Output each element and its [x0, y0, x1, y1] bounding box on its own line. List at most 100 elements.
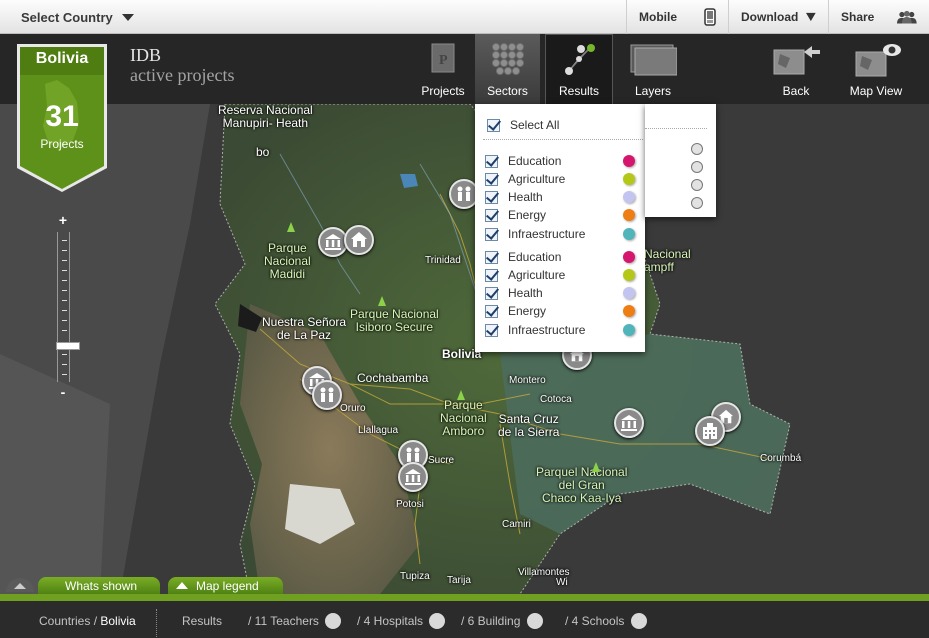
up-arrow-icon — [14, 583, 26, 589]
sector-label: Energy — [508, 208, 547, 222]
sector-item[interactable]: Health — [485, 284, 635, 302]
zoom-slider[interactable]: + - — [53, 212, 80, 404]
sector-checkbox[interactable] — [485, 250, 498, 264]
sector-checkbox[interactable] — [485, 190, 498, 204]
back-label: Back — [782, 84, 810, 98]
building-result-icon — [526, 613, 543, 629]
nav-projects[interactable]: P Projects — [413, 34, 473, 104]
sector-item[interactable]: Infraestructure — [485, 225, 635, 243]
sector-item[interactable]: Agriculture — [485, 266, 635, 284]
sector-item[interactable]: Energy — [485, 206, 635, 224]
layers-icon — [630, 44, 677, 76]
sector-item[interactable]: Energy — [485, 302, 635, 320]
zoom-tick — [62, 354, 67, 355]
breadcrumb-separator: / — [90, 614, 101, 628]
schools-result-icon — [630, 613, 647, 629]
map-label-corumba: Corumbá — [760, 453, 802, 464]
sectors-panel: Select All Education Agriculture Health Ene… — [475, 104, 645, 352]
map-canvas[interactable]: Reserva Nacional Manupiri- Heath bo Parq… — [0, 104, 929, 594]
park-marker-icon — [287, 222, 295, 232]
sector-checkbox[interactable] — [485, 323, 498, 337]
nav-sectors[interactable]: Sectors — [475, 34, 540, 104]
zoom-tick — [62, 364, 67, 365]
zoom-handle[interactable] — [56, 342, 80, 350]
side-filter-icon[interactable] — [691, 179, 703, 191]
result-hospitals: / 4 Hospitals — [357, 613, 446, 630]
sector-color-dot — [623, 191, 635, 203]
result-teachers: / 11 Teachers — [248, 613, 342, 630]
map-label-reserva: Reserva Nacional Manupiri- Heath — [218, 104, 313, 130]
map-pin-building-3[interactable] — [614, 408, 644, 438]
map-label-camiri: Camiri — [502, 519, 531, 530]
sector-item[interactable]: Education — [485, 152, 635, 170]
map-pin-teachers-2[interactable] — [312, 380, 342, 410]
status-bar: Countries / Bolivia Results / 11 Teacher… — [0, 594, 929, 638]
sector-checkbox[interactable] — [485, 172, 498, 186]
download-button[interactable]: Download — [728, 0, 828, 34]
top-bar: Select Country Mobile Download Share — [0, 0, 929, 34]
map-label-trinidad: Trinidad — [425, 255, 461, 266]
select-all-check[interactable] — [487, 118, 500, 132]
zoom-in-button[interactable]: + — [53, 212, 73, 228]
sector-color-dot — [623, 305, 635, 317]
park-marker-icon-3 — [457, 390, 465, 400]
badge-projects-label: Projects — [40, 137, 84, 151]
mobile-button[interactable]: Mobile — [626, 0, 728, 34]
zoom-tick — [62, 240, 67, 241]
sector-checkbox[interactable] — [485, 208, 498, 222]
sector-item[interactable]: Agriculture — [485, 170, 635, 188]
sector-color-dot — [623, 209, 635, 221]
map-pin-building-4[interactable] — [398, 462, 428, 492]
result-schools-text: / 4 Schools — [565, 614, 625, 629]
map-view-button[interactable]: Map View — [846, 34, 906, 104]
app-title: IDB — [130, 45, 161, 65]
sector-label: Health — [508, 190, 543, 204]
teachers-icon — [457, 186, 471, 201]
sector-label: Agriculture — [508, 268, 566, 282]
zoom-out-button[interactable]: - — [53, 384, 73, 400]
sector-checkbox[interactable] — [485, 286, 498, 300]
select-country-dropdown[interactable]: Select Country — [0, 0, 148, 34]
share-button[interactable]: Share — [828, 0, 929, 34]
side-panel-divider — [645, 128, 707, 129]
sector-checkbox[interactable] — [485, 154, 498, 168]
teachers-icon-2 — [320, 387, 334, 402]
sector-color-dot — [623, 173, 635, 185]
sector-label: Infraestructure — [508, 227, 586, 241]
sector-checkbox[interactable] — [485, 227, 498, 241]
map-label-sucre: Sucre — [428, 455, 455, 466]
breadcrumb: Countries / Bolivia — [39, 614, 136, 628]
sector-item[interactable]: Health — [485, 188, 635, 206]
map-label-parque-chaco: Parquel Nacional del Gran Chaco Kaa-Iya — [536, 465, 628, 505]
sector-item[interactable]: Infraestructure — [485, 321, 635, 339]
back-button[interactable]: Back — [768, 34, 824, 104]
select-all-checkbox[interactable]: Select All — [487, 118, 559, 132]
tab-map-legend[interactable]: Map legend — [168, 577, 283, 594]
collapse-toggle[interactable] — [6, 578, 34, 592]
chevron-down-icon — [121, 13, 134, 21]
nav-results-label: Results — [558, 84, 599, 98]
map-label-parque-amboro: Parque Nacional Amboro — [440, 398, 487, 438]
sector-item[interactable]: Education — [485, 248, 635, 266]
sector-checkbox[interactable] — [485, 268, 498, 282]
result-building-text: / 6 Building — [461, 614, 521, 629]
zoom-tick — [62, 330, 67, 331]
side-filter-icon[interactable] — [691, 161, 703, 173]
sector-checkbox[interactable] — [485, 304, 498, 318]
map-label-llallagua: Llallagua — [358, 425, 399, 436]
select-all-label: Select All — [510, 118, 560, 132]
nav-layers[interactable]: Layers — [622, 34, 684, 104]
side-filter-icon[interactable] — [691, 197, 703, 209]
map-pin-hospital[interactable] — [695, 416, 725, 446]
sector-label: Infraestructure — [508, 323, 586, 337]
breadcrumb-countries[interactable]: Countries — [39, 614, 90, 628]
nav-results[interactable]: Results — [545, 34, 613, 104]
phone-icon — [704, 8, 716, 26]
map-label-wi: Wi — [556, 577, 568, 588]
tab-whats-shown[interactable]: Whats shown — [38, 577, 160, 594]
zoom-track[interactable] — [56, 232, 80, 382]
map-pin-school[interactable] — [344, 225, 374, 255]
map-label-cochabamba: Cochabamba — [357, 371, 429, 385]
side-filter-icon[interactable] — [691, 143, 703, 155]
breadcrumb-country: Bolivia — [100, 614, 136, 628]
